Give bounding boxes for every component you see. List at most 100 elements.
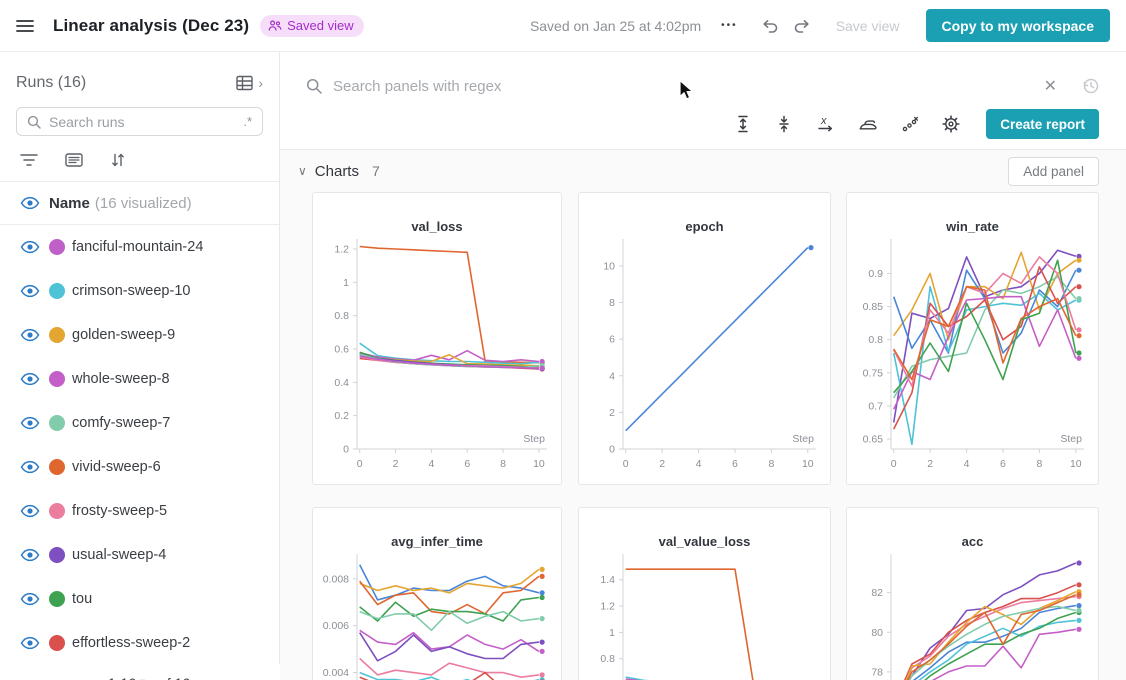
panel-toolbar: x Create report	[306, 102, 1100, 146]
eye-icon[interactable]	[20, 636, 40, 650]
svg-text:val_value_loss: val_value_loss	[658, 534, 750, 549]
runs-actions-row	[20, 152, 279, 168]
svg-text:0.6: 0.6	[334, 344, 349, 356]
app-root: Linear analysis (Dec 23) Saved view Save…	[0, 0, 1126, 680]
chevron-down-icon[interactable]: ∨	[298, 164, 307, 178]
svg-text:win_rate: win_rate	[945, 219, 999, 234]
run-row[interactable]: whole-sweep-8	[0, 357, 279, 401]
run-row[interactable]: crimson-sweep-10	[0, 269, 279, 313]
redo-icon[interactable]	[793, 17, 812, 35]
overflow-menu-icon[interactable]: •••	[721, 20, 738, 31]
run-row[interactable]: comfy-sweep-7	[0, 401, 279, 445]
run-color-dot	[49, 503, 65, 519]
outliers-icon[interactable]	[901, 115, 919, 133]
run-row[interactable]: fanciful-mountain-24	[0, 225, 279, 269]
run-row[interactable]: vivid-sweep-6	[0, 445, 279, 489]
eye-icon[interactable]	[20, 504, 40, 518]
collapse-panels-icon[interactable]	[775, 115, 793, 133]
menu-icon[interactable]	[14, 15, 36, 37]
run-name[interactable]: effortless-sweep-2	[72, 635, 190, 651]
chart-panel-acc[interactable]: acc7880820246810Step	[846, 507, 1099, 680]
run-row[interactable]: golden-sweep-9	[0, 313, 279, 357]
page-title: Linear analysis (Dec 23)	[53, 16, 249, 36]
svg-text:0.8: 0.8	[868, 334, 883, 346]
svg-text:8: 8	[500, 458, 506, 470]
run-name[interactable]: usual-sweep-4	[72, 547, 166, 563]
saved-view-badge-label: Saved view	[287, 18, 353, 33]
run-name[interactable]: fanciful-mountain-24	[72, 239, 203, 255]
svg-text:0: 0	[622, 458, 628, 470]
svg-text:78: 78	[871, 666, 883, 678]
history-icon[interactable]	[1082, 77, 1100, 95]
svg-text:avg_infer_time: avg_infer_time	[391, 534, 483, 549]
chart-panel-win-rate[interactable]: win_rate0.650.70.750.80.850.90246810Step	[846, 192, 1099, 485]
close-icon[interactable]: ✕	[1044, 76, 1057, 96]
run-row[interactable]: effortless-sweep-2	[0, 621, 279, 665]
run-row[interactable]: usual-sweep-4	[0, 533, 279, 577]
panel-search-row: ✕	[306, 70, 1100, 102]
chart-panel-epoch[interactable]: epoch02468100246810Step	[578, 192, 831, 485]
run-name[interactable]: frosty-sweep-5	[72, 503, 167, 519]
pagination-control: 1-16 ▾ of 16 ‹ ›	[96, 664, 280, 680]
svg-text:2: 2	[659, 458, 665, 470]
eye-icon[interactable]	[20, 240, 40, 254]
run-row[interactable]: frosty-sweep-5	[0, 489, 279, 533]
svg-text:6: 6	[732, 458, 738, 470]
next-page-icon[interactable]: ›	[232, 673, 238, 680]
svg-text:6: 6	[464, 458, 470, 470]
eye-icon[interactable]	[20, 592, 40, 606]
create-report-button[interactable]: Create report	[986, 109, 1099, 139]
eye-icon[interactable]	[20, 548, 40, 562]
svg-text:10: 10	[533, 458, 545, 470]
svg-text:8: 8	[768, 458, 774, 470]
svg-text:Step: Step	[792, 433, 814, 445]
svg-text:6: 6	[1000, 458, 1006, 470]
run-name[interactable]: whole-sweep-8	[72, 371, 170, 387]
save-view-button[interactable]: Save view	[836, 18, 900, 34]
settings-gear-icon[interactable]	[942, 115, 960, 133]
name-column-label[interactable]: Name	[49, 195, 90, 212]
svg-text:2: 2	[393, 458, 399, 470]
charts-section-label[interactable]: Charts	[315, 163, 359, 180]
chart-panel-val-loss[interactable]: val_loss00.20.40.60.811.20246810Step	[312, 192, 562, 485]
svg-text:0.7: 0.7	[868, 400, 883, 412]
add-panel-button[interactable]: Add panel	[1008, 157, 1099, 186]
run-name[interactable]: golden-sweep-9	[72, 327, 175, 343]
sort-icon[interactable]	[110, 152, 126, 168]
eye-icon[interactable]	[20, 460, 40, 474]
svg-text:0: 0	[891, 458, 897, 470]
copy-to-workspace-button[interactable]: Copy to my workspace	[926, 9, 1111, 42]
eye-icon[interactable]	[20, 328, 40, 342]
run-row[interactable]: tou	[0, 577, 279, 621]
chart-panel-avg-infer-time[interactable]: avg_infer_time0.0040.0060.0080246810Step	[312, 507, 562, 680]
eye-icon[interactable]	[20, 416, 40, 430]
prev-page-icon[interactable]: ‹	[208, 673, 214, 680]
svg-text:82: 82	[871, 587, 883, 599]
eye-icon[interactable]	[20, 372, 40, 386]
page-range-selector[interactable]: 1-16	[108, 675, 136, 680]
saved-status-text: Saved on Jan 25 at 4:02pm	[530, 18, 701, 34]
filter-icon[interactable]	[20, 153, 38, 167]
epoch-chart: epoch02468100246810Step	[579, 193, 830, 484]
expand-table-button[interactable]: ›	[236, 75, 263, 91]
run-name[interactable]: comfy-sweep-7	[72, 415, 170, 431]
run-name[interactable]: vivid-sweep-6	[72, 459, 161, 475]
chart-panel-val-value-loss[interactable]: val_value_loss0.811.21.40246810Step	[578, 507, 831, 680]
svg-text:8: 8	[1036, 458, 1042, 470]
run-name[interactable]: tou	[72, 591, 92, 607]
run-name[interactable]: crimson-sweep-10	[72, 283, 190, 299]
group-icon[interactable]	[65, 153, 83, 167]
search-panels-input[interactable]	[333, 78, 1033, 95]
regex-toggle[interactable]: .*	[243, 114, 252, 129]
smoothing-iron-icon[interactable]	[858, 115, 878, 133]
svg-text:Step: Step	[523, 433, 545, 445]
svg-text:0.008: 0.008	[323, 573, 349, 585]
undo-icon[interactable]	[760, 17, 779, 35]
expand-panels-icon[interactable]	[734, 115, 752, 133]
svg-text:1: 1	[609, 627, 615, 639]
eye-icon[interactable]	[20, 284, 40, 298]
svg-text:0.006: 0.006	[323, 620, 349, 632]
eye-icon[interactable]	[20, 196, 40, 210]
x-axis-settings-icon[interactable]: x	[816, 115, 835, 133]
search-runs-input[interactable]	[49, 114, 235, 130]
